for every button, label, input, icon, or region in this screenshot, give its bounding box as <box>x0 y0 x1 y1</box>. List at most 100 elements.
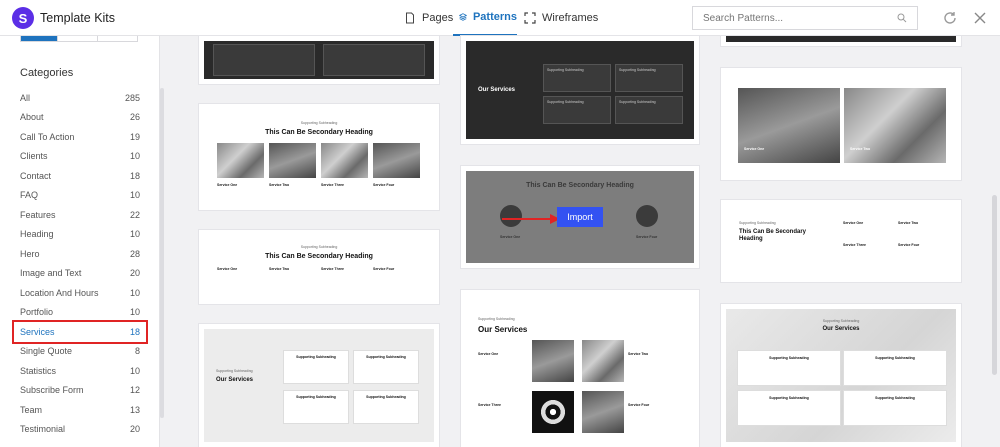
supporting-subheading: Supporting Subheading <box>216 369 253 373</box>
supporting-subheading: Supporting Subheading <box>300 121 338 125</box>
sidebar-item-about[interactable]: About 26 <box>14 108 146 128</box>
close-icon[interactable] <box>972 10 988 26</box>
box-subheading: Supporting Subheading <box>619 68 656 72</box>
category-count: 10 <box>129 307 140 318</box>
category-count: 10 <box>129 229 140 240</box>
pattern-card[interactable]: Supporting Subheading This Can Be Second… <box>199 104 439 210</box>
box-subheading: Supporting Subheading <box>547 68 584 72</box>
main-scrollbar[interactable] <box>992 195 997 375</box>
pattern-preview: Service One Service Two <box>726 73 956 175</box>
sidebar-item-testimonial[interactable]: Testimonial 20 <box>14 420 146 440</box>
category-label: About <box>20 112 44 123</box>
category-label: Call To Action <box>20 131 75 142</box>
sidebar-item-faq[interactable]: FAQ 10 <box>14 186 146 206</box>
tab-patterns-label: Patterns <box>472 11 517 23</box>
service-title: Service Three <box>843 243 866 247</box>
category-count: 8 <box>134 346 140 357</box>
pattern-card[interactable]: Our Services Supporting Subheading Suppo… <box>461 36 699 144</box>
pattern-card[interactable]: Supporting Subheading Our Services Servi… <box>461 290 699 447</box>
view-toggle-option[interactable] <box>21 36 57 41</box>
sidebar-item-features[interactable]: Features 22 <box>14 205 146 225</box>
service-title: Service Three <box>321 183 344 187</box>
pattern-card[interactable]: Service One Service Two <box>721 68 961 180</box>
box-subheading: Supporting Subheading <box>296 395 336 399</box>
sidebar-item-single-quote[interactable]: Single Quote 8 <box>14 342 146 362</box>
box-subheading: Supporting Subheading <box>547 100 584 104</box>
sidebar-item-image-and-text[interactable]: Image and Text 20 <box>14 264 146 284</box>
pattern-card[interactable]: Supporting Subheading This Can Be Second… <box>199 230 439 304</box>
document-icon <box>406 12 414 24</box>
service-title: Service One <box>478 352 499 356</box>
sidebar-item-hero[interactable]: Hero 28 <box>14 244 146 264</box>
sidebar-item-team[interactable]: Team 13 <box>14 400 146 420</box>
service-title: Service Three <box>478 403 501 407</box>
category-count: 19 <box>129 131 140 142</box>
service-image <box>269 143 316 178</box>
sidebar-item-location-and-hours[interactable]: Location And Hours 10 <box>14 283 146 303</box>
pattern-card[interactable]: Supporting Subheading This Can Be Second… <box>721 200 961 282</box>
import-button[interactable]: Import <box>557 207 603 227</box>
service-box: Supporting Subheading <box>616 97 682 123</box>
sidebar-item-statistics[interactable]: Statistics 10 <box>14 361 146 381</box>
category-label: Team <box>20 404 43 415</box>
category-count: 22 <box>129 209 140 220</box>
service-box: Supporting Subheading <box>738 391 840 425</box>
service-box: Supporting Subheading <box>844 391 946 425</box>
category-label: FAQ <box>20 190 39 201</box>
sidebar: Categories All 285 About 26 Call To Action… <box>0 36 160 447</box>
view-toggle-option[interactable] <box>57 36 97 41</box>
service-title: Service Two <box>628 352 649 356</box>
pattern-card[interactable] <box>721 36 961 46</box>
category-label: Portfolio <box>20 307 54 318</box>
sidebar-item-portfolio[interactable]: Portfolio 10 <box>14 303 146 323</box>
service-title: Service Two <box>850 147 871 151</box>
service-title: Service One <box>744 147 765 151</box>
tab-patterns[interactable]: Patterns <box>453 0 517 36</box>
category-label: All <box>20 92 31 103</box>
service-title: Service Four <box>898 243 920 247</box>
view-toggle-option[interactable] <box>97 36 137 41</box>
service-title: Service Three <box>321 267 344 271</box>
search-box[interactable] <box>692 6 918 30</box>
view-toggle[interactable] <box>20 36 138 42</box>
pattern-card-hovered[interactable]: This Can Be Secondary Heading Service On… <box>461 166 699 268</box>
sidebar-item-subscribe-form[interactable]: Subscribe Form 12 <box>14 381 146 401</box>
pattern-card[interactable]: Supporting Subheading Our Services Suppo… <box>199 324 439 447</box>
refresh-icon[interactable] <box>942 10 958 26</box>
box-subheading: Supporting Subheading <box>875 356 915 360</box>
sidebar-item-heading[interactable]: Heading 10 <box>14 225 146 245</box>
category-label: Location And Hours <box>20 287 99 298</box>
category-count: 26 <box>129 112 140 123</box>
category-count: 20 <box>129 268 140 279</box>
tab-pages[interactable]: Pages <box>404 0 453 36</box>
pattern-preview: Supporting Subheading This Can Be Second… <box>726 205 956 277</box>
tab-pages-label: Pages <box>422 12 454 24</box>
sidebar-item-services[interactable]: Services 18 <box>12 320 148 344</box>
box-subheading: Supporting Subheading <box>769 396 809 400</box>
pattern-card[interactable]: Supporting Subheading Our Services Suppo… <box>721 304 961 447</box>
pattern-preview <box>726 36 956 42</box>
sidebar-item-contact[interactable]: Contact 18 <box>14 166 146 186</box>
sidebar-scrollbar[interactable] <box>160 88 164 418</box>
supporting-subheading: Supporting Subheading <box>739 221 776 225</box>
sidebar-item-call-to-action[interactable]: Call To Action 19 <box>14 127 146 147</box>
section-heading: Our Services <box>478 87 516 93</box>
tab-wireframes[interactable]: Wireframes <box>524 0 598 36</box>
pattern-preview: Supporting Subheading This Can Be Second… <box>204 109 434 205</box>
category-list: All 285 About 26 Call To Action 19 Clients 1… <box>12 88 148 440</box>
pattern-card[interactable] <box>199 36 439 84</box>
category-count: 13 <box>129 404 140 415</box>
search-icon[interactable] <box>897 13 907 23</box>
sidebar-item-clients[interactable]: Clients 10 <box>14 147 146 167</box>
pattern-preview: This Can Be Secondary Heading Service On… <box>466 171 694 263</box>
service-box <box>324 45 424 75</box>
service-box <box>214 45 314 75</box>
category-label: Statistics <box>20 365 57 376</box>
sidebar-item-all[interactable]: All 285 <box>14 88 146 108</box>
supporting-subheading: Supporting Subheading <box>300 245 338 249</box>
service-title: Service Four <box>373 183 395 187</box>
supporting-subheading: Supporting Subheading <box>822 319 860 323</box>
search-input[interactable] <box>703 12 883 24</box>
category-count: 10 <box>129 190 140 201</box>
service-box: Supporting Subheading <box>616 65 682 91</box>
